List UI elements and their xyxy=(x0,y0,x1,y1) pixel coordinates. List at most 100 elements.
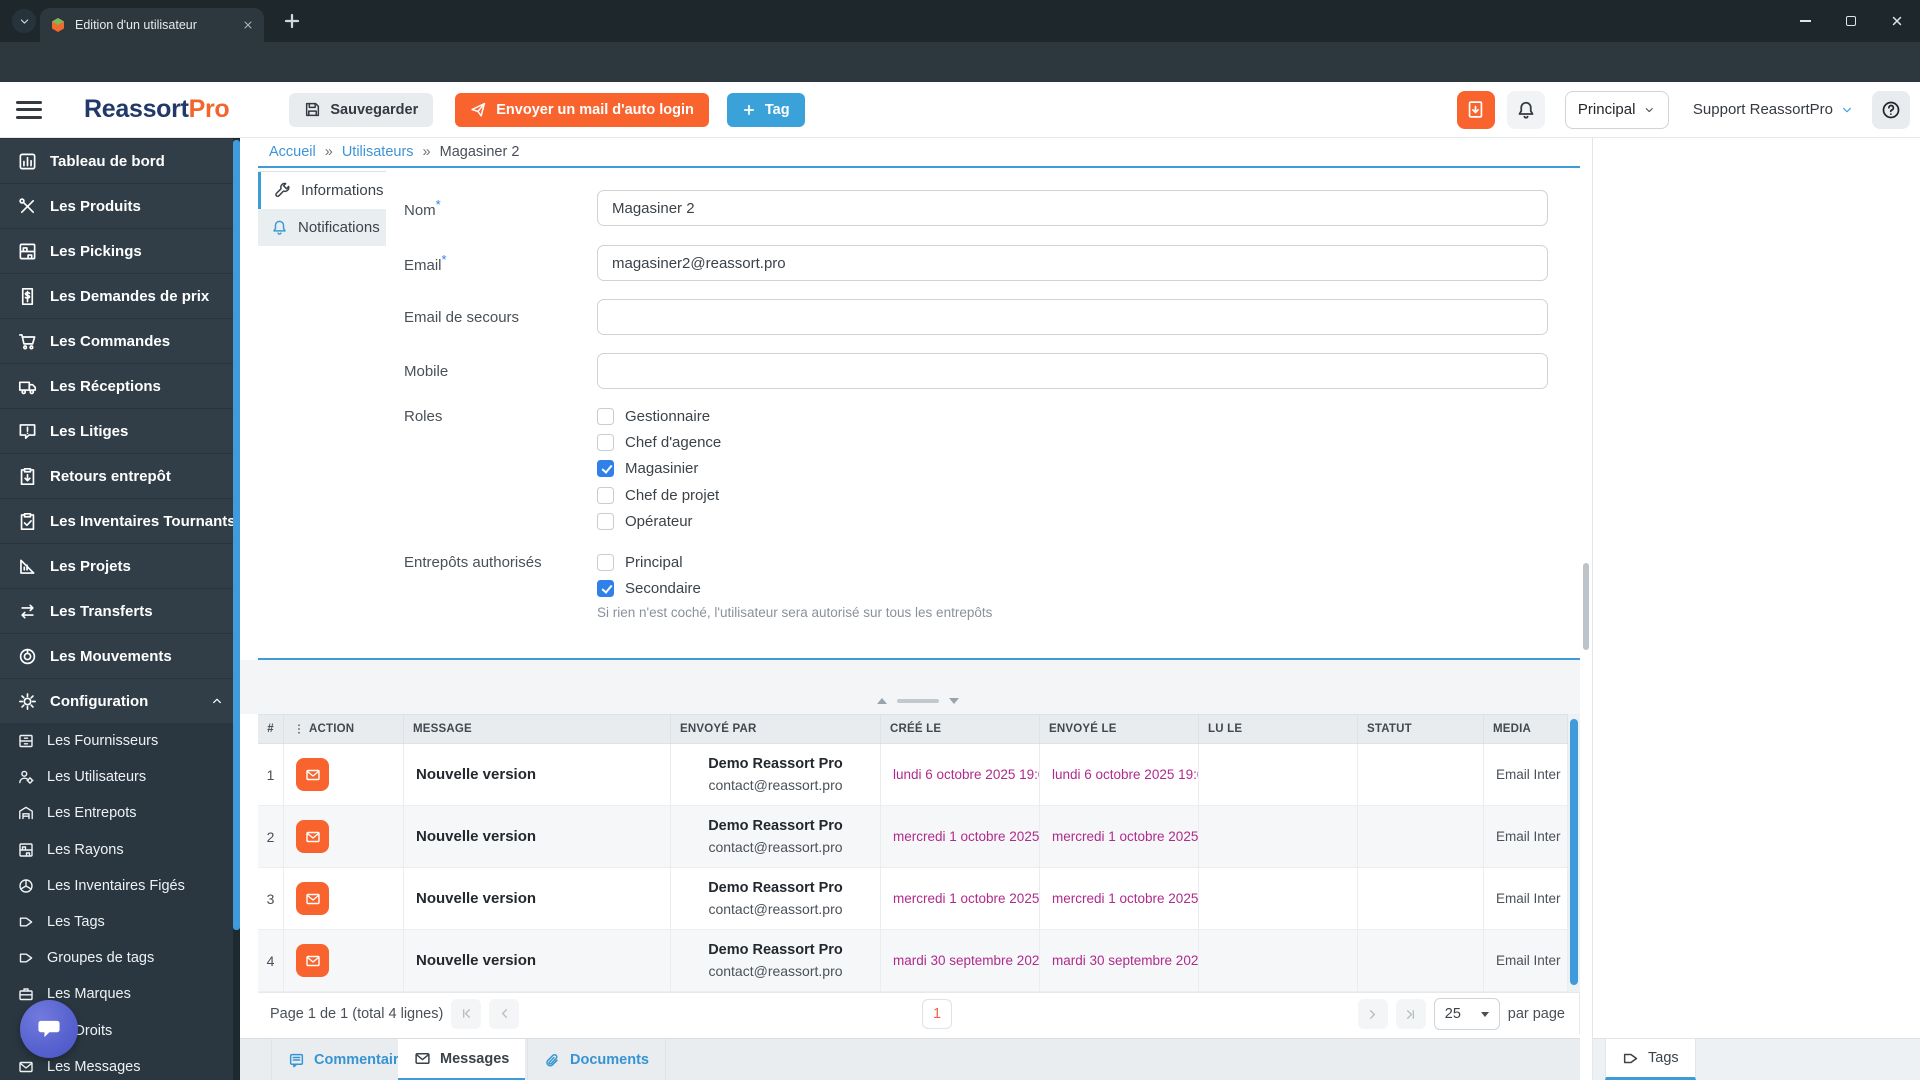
role-chef-de-projet[interactable]: Chef de projet xyxy=(597,485,719,506)
current-page-button[interactable]: 1 xyxy=(922,999,952,1029)
table-scrollbar-thumb[interactable] xyxy=(1570,719,1578,985)
checkbox[interactable] xyxy=(597,513,614,530)
sidebar-item-rayons[interactable]: Les Rayons xyxy=(0,832,240,868)
checkbox[interactable] xyxy=(597,434,614,451)
aperture-icon xyxy=(18,878,34,894)
checkbox-checked[interactable] xyxy=(597,580,614,597)
mobile-field[interactable] xyxy=(597,353,1548,389)
role-chef-agence[interactable]: Chef d'agence xyxy=(597,432,721,453)
maximize-icon xyxy=(1846,16,1856,26)
browser-tab[interactable]: Edition d'un utilisateur xyxy=(40,8,264,42)
sidebar-item-entrepots[interactable]: Les Entrepots xyxy=(0,795,240,831)
sidebar-item-commandes[interactable]: Les Commandes xyxy=(0,318,240,363)
splitter-up-icon xyxy=(877,698,887,704)
tab-messages[interactable]: Messages xyxy=(398,1039,526,1080)
page-size-select[interactable]: 25 xyxy=(1433,998,1500,1030)
send-mail-button[interactable] xyxy=(296,882,329,915)
bell-icon xyxy=(1516,100,1536,120)
warehouse-icon xyxy=(18,805,34,821)
email-field[interactable] xyxy=(597,245,1548,281)
column-menu-icon[interactable] xyxy=(293,722,305,736)
caret-down-icon xyxy=(1480,1011,1489,1017)
sidebar-item-dashboard[interactable]: Tableau de bord xyxy=(0,138,240,183)
sidebar-item-pickings[interactable]: Les Pickings xyxy=(0,228,240,273)
target-icon xyxy=(18,647,37,666)
sidebar-item-retours-entrepot[interactable]: Retours entrepôt xyxy=(0,453,240,498)
sidebar-item-inventaires-figes[interactable]: Les Inventaires Figés xyxy=(0,868,240,904)
send-mail-button[interactable] xyxy=(296,758,329,791)
checkbox[interactable] xyxy=(597,487,614,504)
prev-page-button[interactable] xyxy=(489,998,520,1029)
email-secours-field[interactable] xyxy=(597,299,1548,335)
mobile-label: Mobile xyxy=(404,362,449,380)
sidebar-item-produits[interactable]: Les Produits xyxy=(0,183,240,228)
add-tag-button[interactable]: Tag xyxy=(726,92,805,127)
checkbox[interactable] xyxy=(597,408,614,425)
role-magasinier[interactable]: Magasinier xyxy=(597,458,698,479)
panel-splitter-handle[interactable] xyxy=(877,698,959,704)
sidebar-item-utilisateurs[interactable]: Les Utilisateurs xyxy=(0,759,240,795)
sidebar-item-groupes-de-tags[interactable]: Groupes de tags xyxy=(0,940,240,976)
minimize-button[interactable] xyxy=(1782,0,1828,42)
col-envoye-par: ENVOYÉ PAR xyxy=(671,714,881,744)
save-button[interactable]: Sauvegarder xyxy=(289,92,434,127)
export-button[interactable] xyxy=(1456,90,1495,129)
maximize-button[interactable] xyxy=(1828,0,1874,42)
warehouse-principal[interactable]: Principal xyxy=(597,552,683,573)
tab-notifications[interactable]: Notifications xyxy=(258,209,386,246)
favicon xyxy=(50,17,66,33)
support-menu[interactable]: Support ReassortPro xyxy=(1693,101,1854,118)
nom-field[interactable] xyxy=(597,190,1548,226)
tab-informations[interactable]: Informations xyxy=(258,172,386,209)
notifications-button[interactable] xyxy=(1506,90,1545,129)
sidebar-item-litiges[interactable]: Les Litiges xyxy=(0,408,240,453)
send-autologin-button[interactable]: Envoyer un mail d'auto login xyxy=(455,92,709,127)
breadcrumb-users-link[interactable]: Utilisateurs xyxy=(342,144,414,160)
page-scrollbar-thumb[interactable] xyxy=(1583,563,1589,650)
sidebar-item-configuration[interactable]: Configuration xyxy=(0,678,240,723)
warehouse-secondaire[interactable]: Secondaire xyxy=(597,578,701,599)
mail-icon xyxy=(305,767,321,783)
right-panel: Tags xyxy=(1592,138,1920,1080)
help-button[interactable] xyxy=(1872,90,1910,129)
sidebar-item-transferts[interactable]: Les Transferts xyxy=(0,588,240,633)
last-page-button[interactable] xyxy=(1395,999,1426,1029)
table-row: 2 Nouvelle version Demo Reassort Pro cont… xyxy=(258,806,1568,868)
breadcrumb-home-link[interactable]: Accueil xyxy=(269,144,316,160)
warehouse-select[interactable]: Principal xyxy=(1564,90,1669,129)
next-page-button[interactable] xyxy=(1357,999,1388,1029)
checkbox-checked[interactable] xyxy=(597,460,614,477)
tab-tags[interactable]: Tags xyxy=(1605,1038,1696,1080)
sidebar-item-tags[interactable]: Les Tags xyxy=(0,904,240,940)
sidebar-scrollbar-thumb[interactable] xyxy=(233,140,240,930)
table-row: 3 Nouvelle version Demo Reassort Pro cont… xyxy=(258,868,1568,930)
sidebar-item-receptions[interactable]: Les Réceptions xyxy=(0,363,240,408)
hamburger-menu-button[interactable] xyxy=(16,96,42,123)
send-mail-button[interactable] xyxy=(296,944,329,977)
breadcrumb-current: Magasiner 2 xyxy=(439,144,520,160)
col-num: # xyxy=(258,714,284,744)
sender-name: Demo Reassort Pro xyxy=(708,942,843,958)
sidebar-item-demandes-de-prix[interactable]: Les Demandes de prix xyxy=(0,273,240,318)
sender-email: contact@reassort.pro xyxy=(708,777,843,793)
close-window-button[interactable] xyxy=(1874,0,1920,42)
tab-documents[interactable]: Documents xyxy=(527,1039,666,1080)
first-page-button[interactable] xyxy=(451,998,482,1029)
tab-search-button[interactable] xyxy=(12,9,36,33)
sidebar-item-projets[interactable]: Les Projets xyxy=(0,543,240,588)
role-gestionnaire[interactable]: Gestionnaire xyxy=(597,406,710,427)
new-tab-button[interactable] xyxy=(282,11,302,31)
checkbox[interactable] xyxy=(597,554,614,571)
truck-icon xyxy=(18,377,37,396)
app-logo[interactable]: ReassortPro xyxy=(84,95,230,124)
col-action: ACTION xyxy=(284,714,404,744)
sidebar-item-mouvements[interactable]: Les Mouvements xyxy=(0,633,240,678)
close-tab-icon[interactable] xyxy=(242,19,254,31)
send-mail-button[interactable] xyxy=(296,820,329,853)
sidebar-item-inventaires-tournants[interactable]: Les Inventaires Tournants xyxy=(0,498,240,543)
shelf-icon xyxy=(18,842,34,858)
chat-widget-button[interactable] xyxy=(20,1000,78,1058)
sidebar-item-fournisseurs[interactable]: Les Fournisseurs xyxy=(0,723,240,759)
role-operateur[interactable]: Opérateur xyxy=(597,511,693,532)
email-label: Email* xyxy=(404,252,447,274)
